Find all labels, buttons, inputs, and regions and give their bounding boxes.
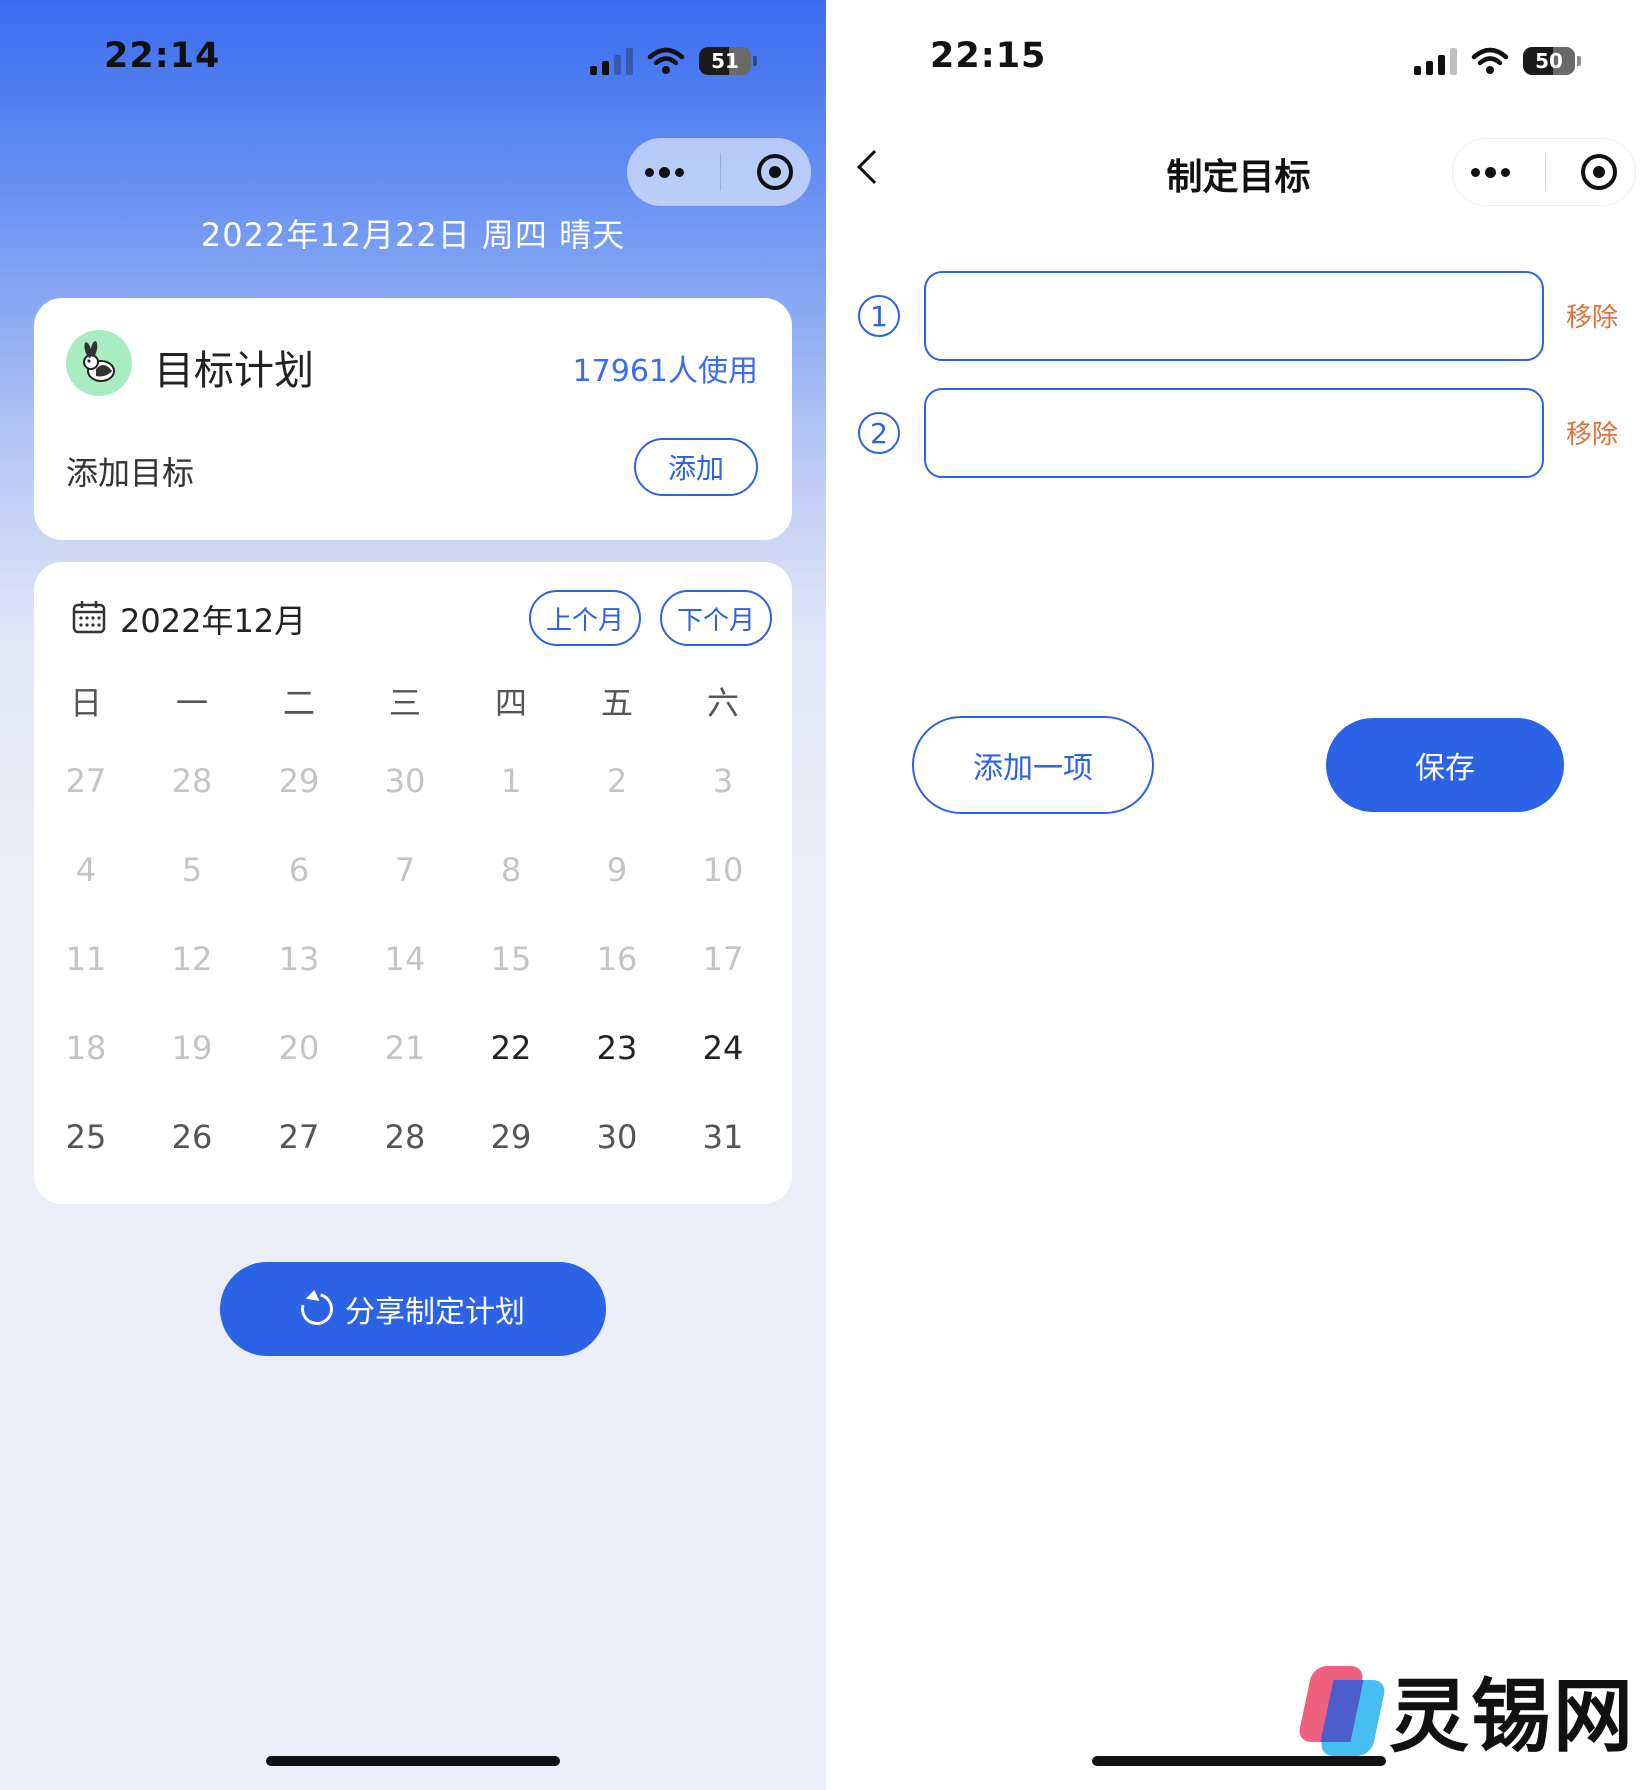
calendar-day[interactable]: 1 [458,762,564,800]
close-target-icon[interactable] [1581,154,1618,190]
weekday-header: 五 [600,684,633,722]
battery-level: 51 [711,49,739,73]
mini-program-capsule [1452,138,1636,206]
calendar-day[interactable]: 17 [670,940,776,978]
calendar-icon [72,601,106,634]
row-number-1: 1 [858,295,900,337]
weekday-header: 一 [175,684,208,722]
battery-icon: 50 [1523,47,1575,75]
cellular-signal-icon [590,47,633,75]
status-time: 22:15 [930,36,1047,76]
calendar-day[interactable]: 9 [564,851,670,889]
goal-input-1[interactable] [924,271,1544,361]
battery-tip [753,56,757,66]
battery-icon: 51 [699,47,751,75]
calendar-day[interactable]: 20 [246,1029,352,1067]
goal-plan-title: 目标计划 [154,348,314,394]
remove-button-1[interactable]: 移除 [1566,297,1618,334]
calendar-day[interactable]: 26 [139,1118,245,1156]
add-item-button[interactable]: 添加一项 [912,716,1154,814]
add-goal-label: 添加目标 [66,454,195,492]
right-screen: 22:15 50 制定目标 1 移除 2 移除 添加一项 保存 灵锡网 [826,0,1651,1790]
calendar-day[interactable]: 18 [33,1029,139,1067]
close-target-icon[interactable] [757,154,793,190]
battery-tip [1577,56,1581,66]
remove-button-2[interactable]: 移除 [1566,414,1618,451]
watermark-text: 灵锡网 [1389,1670,1635,1763]
calendar-day[interactable]: 27 [33,762,139,800]
weekday-header: 六 [706,684,739,722]
cellular-signal-icon [1414,47,1457,75]
weekday-header: 日 [69,684,102,722]
wifi-icon [1471,47,1509,74]
add-goal-button[interactable]: 添加 [634,438,758,496]
calendar-day[interactable]: 16 [564,940,670,978]
calendar-day[interactable]: 23 [564,1029,670,1067]
more-icon[interactable] [1470,166,1510,178]
calendar-day[interactable]: 28 [352,1118,458,1156]
wifi-icon [647,47,685,74]
left-screen: 22:14 51 2022年12月22日 周四 晴天 目标计划 17961人使用… [0,0,826,1790]
goal-row-2: 2 移除 [826,388,1651,478]
calendar-day[interactable]: 7 [352,851,458,889]
weekday-header: 四 [494,684,527,722]
calendar-day[interactable]: 8 [458,851,564,889]
calendar-month: 2022年12月 [120,602,307,640]
goal-input-2[interactable] [924,388,1544,478]
calendar-day[interactable]: 29 [246,762,352,800]
watermark: 灵锡网 [1296,1660,1635,1763]
goal-plan-card: 目标计划 17961人使用 添加目标 添加 [34,298,792,540]
calendar-day[interactable]: 19 [139,1029,245,1067]
calendar-day[interactable]: 14 [352,940,458,978]
status-icons: 51 [590,44,757,78]
calendar-card: 2022年12月 上个月 下个月 日一二三四五六 27 28 29 30 1 2 3 4 5 6 7 8… [34,562,792,1204]
calendar-day[interactable]: 15 [458,940,564,978]
prev-month-button[interactable]: 上个月 [529,590,641,646]
calendar-day[interactable]: 28 [139,762,245,800]
calendar-day[interactable]: 2 [564,762,670,800]
calendar-day[interactable]: 6 [246,851,352,889]
more-icon[interactable] [645,166,684,178]
calendar-day[interactable]: 31 [670,1118,776,1156]
calendar-day[interactable]: 10 [670,851,776,889]
status-time: 22:14 [104,36,221,76]
calendar-day[interactable]: 25 [33,1118,139,1156]
calendar-day[interactable]: 3 [670,762,776,800]
calendar-day[interactable]: 22 [458,1029,564,1067]
share-plan-button[interactable]: 分享制定计划 [220,1262,606,1356]
mini-program-capsule [627,138,811,206]
row-number-2: 2 [858,412,900,454]
calendar-day[interactable]: 24 [670,1029,776,1067]
next-month-button[interactable]: 下个月 [660,590,772,646]
save-button[interactable]: 保存 [1326,718,1564,812]
home-indicator [266,1756,560,1766]
share-plan-label: 分享制定计划 [345,1295,525,1330]
rabbit-avatar-icon [66,330,132,396]
calendar-day[interactable]: 29 [458,1118,564,1156]
goal-row-1: 1 移除 [826,271,1651,361]
calendar-day[interactable]: 13 [246,940,352,978]
weekday-header: 三 [388,684,421,722]
calendar-day[interactable]: 4 [33,851,139,889]
calendar-day[interactable]: 30 [352,762,458,800]
calendar-day[interactable]: 11 [33,940,139,978]
calendar-day[interactable]: 21 [352,1029,458,1067]
calendar-day[interactable]: 27 [246,1118,352,1156]
battery-level: 50 [1535,49,1563,73]
calendar-day[interactable]: 30 [564,1118,670,1156]
status-icons: 50 [1414,44,1581,78]
user-count: 17961人使用 [572,354,758,389]
date-weather-line: 2022年12月22日 周四 晴天 [200,216,626,254]
calendar-day[interactable]: 12 [139,940,245,978]
weekday-header: 二 [282,684,315,722]
home-indicator [1092,1756,1386,1766]
refresh-icon [295,1287,339,1331]
calendar-day[interactable]: 5 [139,851,245,889]
watermark-logo-icon [1296,1660,1388,1760]
